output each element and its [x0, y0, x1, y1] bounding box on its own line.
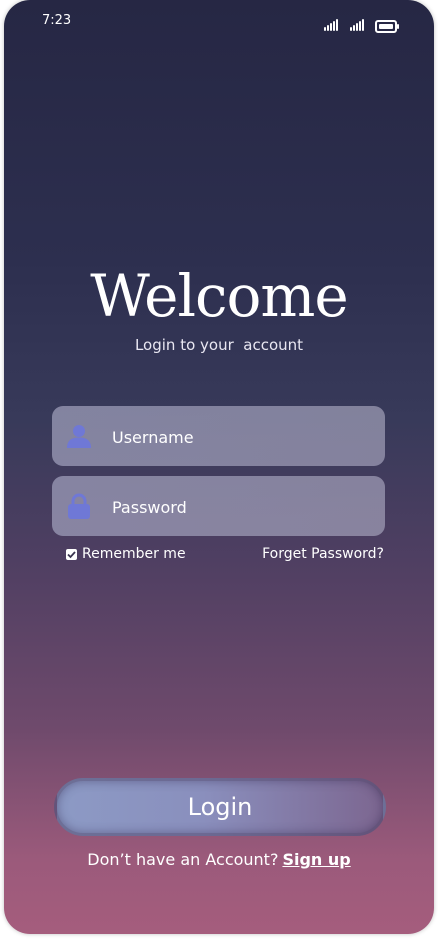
password-field[interactable]: [52, 476, 385, 538]
password-input[interactable]: [110, 476, 374, 538]
login-button[interactable]: Login: [54, 778, 386, 836]
lock-icon: [66, 493, 92, 519]
welcome-title: Welcome: [90, 262, 348, 330]
phone-screen: 7:23 Welcome Login to your account Usern…: [4, 0, 434, 934]
signal-icon: [350, 17, 366, 31]
status-bar: 7:23: [4, 0, 434, 40]
signal-icon: [324, 17, 340, 31]
signup-link[interactable]: Sign up: [282, 850, 350, 869]
username-field[interactable]: [52, 406, 385, 468]
forget-password-link[interactable]: Forget Password?: [262, 546, 384, 562]
battery-icon: [375, 20, 399, 33]
user-icon: [66, 423, 92, 449]
username-input[interactable]: [110, 406, 374, 468]
signup-prompt: Don’t have an Account?: [87, 850, 279, 869]
remember-checkbox[interactable]: [66, 548, 77, 560]
login-subtitle: Login to your account: [134, 336, 304, 354]
status-time: 7:23: [42, 13, 72, 28]
signup-row: Don’t have an Account? Sign up: [4, 850, 434, 869]
remember-label: Remember me: [82, 546, 186, 562]
remember-me[interactable]: Remember me: [66, 546, 186, 562]
